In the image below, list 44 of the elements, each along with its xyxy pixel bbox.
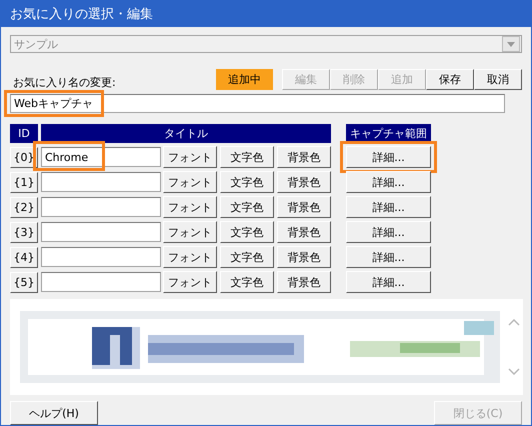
title-field[interactable] xyxy=(41,272,161,292)
toolbar-button[interactable]: 保存 xyxy=(426,68,474,90)
style-button[interactable]: フォント xyxy=(163,271,217,293)
rename-label: お気に入り名の変更: xyxy=(12,74,117,90)
detail-button[interactable]: 詳細... xyxy=(346,196,431,218)
style-button[interactable]: 背景色 xyxy=(277,246,331,268)
title-field[interactable]: Chrome xyxy=(41,147,161,167)
detail-button[interactable]: 詳細... xyxy=(346,221,431,243)
name-field[interactable]: Webキャプチャ xyxy=(10,94,505,113)
style-button[interactable]: 背景色 xyxy=(277,221,331,243)
id-button[interactable]: {4} xyxy=(10,246,38,268)
style-button[interactable]: 文字色 xyxy=(220,146,274,168)
style-button[interactable]: 背景色 xyxy=(277,171,331,193)
style-button[interactable]: フォント xyxy=(163,171,217,193)
style-button[interactable]: 背景色 xyxy=(277,146,331,168)
detail-button[interactable]: 詳細... xyxy=(346,271,431,293)
style-button[interactable]: 文字色 xyxy=(220,221,274,243)
title-field[interactable] xyxy=(41,222,161,242)
dialog-button[interactable]: ヘルプ(H) xyxy=(10,401,98,425)
style-button[interactable]: 文字色 xyxy=(220,271,274,293)
title-field[interactable] xyxy=(41,197,161,217)
style-button[interactable]: フォント xyxy=(163,146,217,168)
id-button[interactable]: {2} xyxy=(10,196,38,218)
id-button[interactable]: {3} xyxy=(10,222,38,242)
window-title: お気に入りの選択・編集 xyxy=(1,0,531,27)
adding-status: 追加中 xyxy=(216,68,273,90)
style-button[interactable]: 文字色 xyxy=(220,246,274,268)
style-button[interactable]: フォント xyxy=(163,196,217,218)
style-button[interactable]: フォント xyxy=(163,221,217,243)
style-button[interactable]: 背景色 xyxy=(277,271,331,293)
style-button[interactable]: フォント xyxy=(163,246,217,268)
style-button[interactable]: 背景色 xyxy=(277,196,331,218)
title-field[interactable] xyxy=(41,172,161,192)
detail-button[interactable]: 詳細... xyxy=(346,171,431,193)
toolbar-button[interactable]: 取消 xyxy=(474,68,522,90)
style-button[interactable]: 文字色 xyxy=(220,171,274,193)
id-button[interactable]: {5} xyxy=(10,272,38,292)
id-button[interactable]: {1} xyxy=(10,172,38,192)
detail-button[interactable]: 詳細... xyxy=(346,146,431,168)
detail-button[interactable]: 詳細... xyxy=(346,246,431,268)
style-button[interactable]: 文字色 xyxy=(220,196,274,218)
column-header: タイトル xyxy=(41,124,331,143)
column-header: ID xyxy=(10,124,38,143)
title-field[interactable] xyxy=(41,247,161,267)
